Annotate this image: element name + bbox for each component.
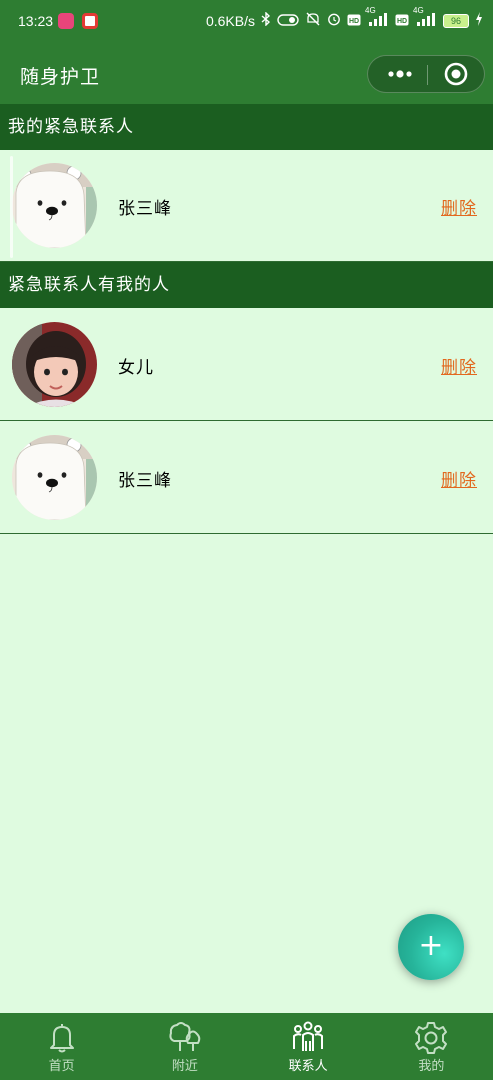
tab-label: 我的 [418,1059,445,1074]
add-contact-button[interactable]: + [398,914,464,980]
notification-app-icon [58,13,74,29]
notification-app-icon-2 [82,13,98,29]
contact-row[interactable]: 女儿 删除 [0,309,493,421]
tab-label: 首页 [48,1059,75,1074]
navigation-bar: 随身护卫 [0,44,493,104]
child-photo-avatar [12,322,97,407]
contact-row[interactable]: 张三峰 删除 [0,150,493,262]
status-indicators: 0.6KB/s HD 4G HD 4G 96 [205,6,483,29]
trees-icon [169,1022,201,1051]
alarm-icon [327,12,341,29]
svg-text:HD: HD [349,18,359,25]
tab-label: 附近 [171,1059,198,1074]
contact-name: 张三峰 [118,199,172,219]
signal-icon-2: 4G [413,6,437,29]
svg-text:HD: HD [397,18,407,25]
hd-icon-2: HD [395,13,409,29]
tab-label: 联系人 [288,1059,328,1074]
status-bar: 13:23 0.6KB/s HD 4G HD 4G 96 [0,0,493,44]
tab-home[interactable]: 首页 [0,1013,123,1080]
charging-icon [475,12,483,29]
signal-icon-1: 4G [365,6,389,29]
delete-link[interactable]: 删除 [441,353,477,378]
delete-link[interactable]: 删除 [441,194,477,219]
polar-bear-avatar [12,163,97,248]
mute-icon [305,12,321,29]
bell-icon [49,1024,74,1053]
toggle-icon [277,13,299,29]
target-circle-icon[interactable] [436,56,476,92]
network-speed: 0.6KB/s [205,12,255,29]
contact-name: 女儿 [118,358,154,378]
status-time: 13:23 [18,13,54,29]
page-title: 随身护卫 [20,66,101,88]
capsule-divider [427,65,428,85]
miniprogram-capsule [367,55,485,93]
section-header-contacts-with-me: 紧急联系人有我的人 [0,262,493,308]
people-icon [293,1021,324,1051]
battery-icon: 96 [443,13,469,28]
contact-row[interactable]: 张三峰 删除 [0,422,493,534]
tab-mine[interactable]: 我的 [370,1013,493,1080]
polar-bear-avatar [12,435,97,520]
hd-icon: HD [347,13,361,29]
more-dots-icon[interactable] [382,56,418,92]
gear-icon [415,1022,448,1054]
bottom-tab-bar: 首页 附近 联系人 我的 [0,1013,493,1080]
bluetooth-icon [261,11,271,29]
tab-contacts[interactable]: 联系人 [247,1013,370,1080]
delete-link[interactable]: 删除 [441,466,477,491]
contact-name: 张三峰 [118,471,172,491]
tab-nearby[interactable]: 附近 [123,1013,246,1080]
scrollbar[interactable] [10,156,13,258]
section-header-my-contacts: 我的紧急联系人 [0,104,493,150]
